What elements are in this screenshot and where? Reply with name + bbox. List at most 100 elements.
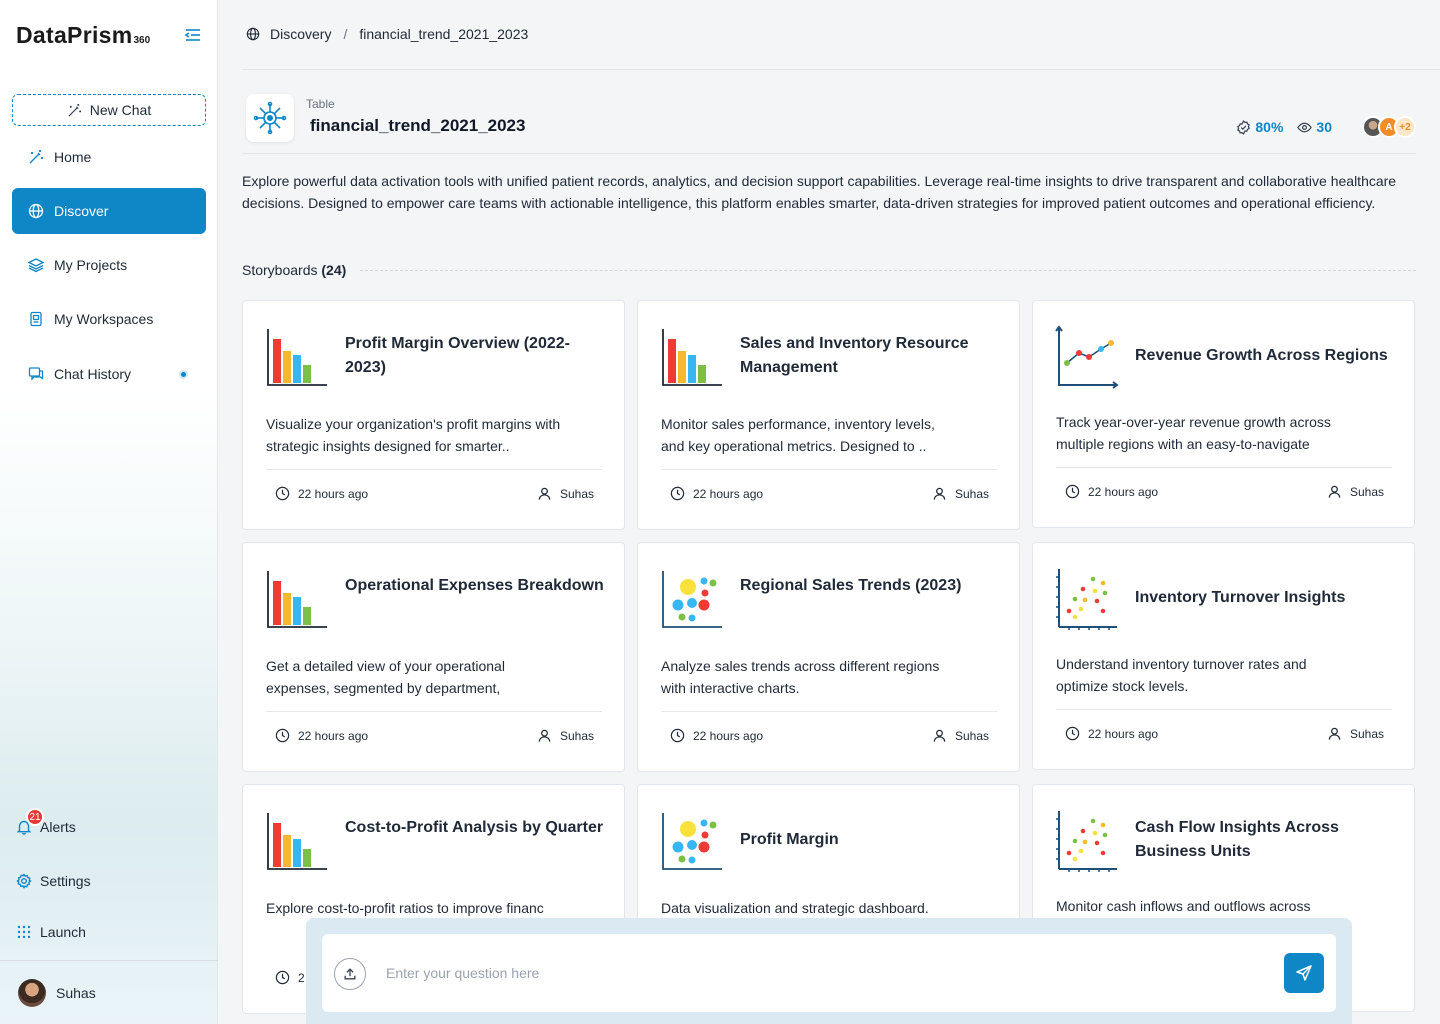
ask-question-box [322, 934, 1336, 1012]
card-author: Suhas [1327, 726, 1384, 741]
alerts-count-badge: 21 [26, 808, 44, 826]
sidebar-item-label: My Projects [54, 257, 128, 273]
card-title: Profit Margin Overview (2022-2023) [345, 335, 570, 376]
sidebar-item-chat-history[interactable]: Chat History [12, 351, 206, 397]
card-description: Data visualization and strategic dashboa… [661, 900, 929, 916]
sidebar-item-my-projects[interactable]: My Projects [12, 242, 206, 288]
clock-icon [275, 728, 290, 743]
bar-chart-icon [267, 329, 327, 386]
card-timestamp: 22 hours ago [1065, 484, 1158, 499]
unread-dot [179, 369, 188, 379]
clock-icon [670, 728, 685, 743]
breadcrumb-root[interactable]: Discovery [270, 26, 331, 42]
card-title: Inventory Turnover Insights [1135, 589, 1346, 606]
new-chat-button[interactable]: New Chat [12, 94, 206, 126]
card-timestamp: 22 hours ago [670, 486, 763, 501]
magic-wand-icon [29, 150, 43, 164]
card-title: Cost-to-Profit Analysis by Quarter [345, 819, 604, 836]
card-description: Understand inventory turnover rates and … [1056, 656, 1307, 694]
card-timestamp: 22 hours ago [670, 728, 763, 743]
card-description: Explore cost-to-profit ratios to improve… [266, 900, 544, 916]
more-collaborators-badge: +2 [1394, 116, 1416, 138]
table-description: Explore powerful data activation tools w… [242, 173, 1397, 211]
card-author: Suhas [932, 486, 989, 501]
globe-icon [28, 203, 44, 219]
time-text: 22 hours ago [298, 728, 369, 743]
divider [1056, 709, 1392, 710]
eye-icon [1297, 122, 1313, 132]
settings-button[interactable]: Settings [16, 873, 91, 889]
time-text: 2 [298, 970, 305, 985]
storyboards-heading: Storyboards (24) [242, 262, 1416, 278]
time-text: 22 hours ago [1088, 726, 1159, 741]
sidebar-item-discover[interactable]: Discover [12, 188, 206, 234]
user-icon [1328, 727, 1341, 740]
send-icon [1296, 965, 1312, 981]
verified-badge-icon [1237, 119, 1251, 135]
scatter-chart-icon [1056, 811, 1117, 872]
time-text: 22 hours ago [298, 486, 369, 501]
author-name: Suhas [559, 486, 594, 501]
bar-chart-icon [267, 571, 327, 628]
clock-icon [670, 486, 685, 501]
question-input[interactable] [386, 960, 1266, 986]
user-profile[interactable]: Suhas [0, 960, 218, 1024]
clock-icon [1065, 726, 1080, 741]
collaborator-avatars[interactable]: A +2 [1362, 116, 1416, 138]
send-button[interactable] [1284, 953, 1324, 993]
storyboard-card[interactable]: Revenue Growth Across Regions Track year… [1032, 300, 1415, 528]
divider [661, 711, 997, 712]
user-icon [538, 729, 551, 742]
author-name: Suhas [1349, 484, 1384, 499]
app-logo[interactable]: DataPrism 360 [16, 22, 150, 49]
breadcrumb-current: financial_trend_2021_2023 [359, 26, 529, 42]
storyboard-card[interactable]: Sales and Inventory Resource Management … [637, 300, 1020, 530]
breadcrumb: Discovery / financial_trend_2021_2023 [246, 26, 528, 42]
collapse-sidebar-icon[interactable] [184, 26, 202, 44]
settings-label: Settings [40, 873, 91, 889]
sidebar-item-label: My Workspaces [54, 311, 154, 327]
launch-button[interactable]: Launch [16, 924, 86, 940]
ask-question-panel [306, 918, 1352, 1024]
alerts-button[interactable]: 21 Alerts [16, 808, 76, 835]
card-author: Suhas [537, 728, 594, 743]
gear-icon [16, 873, 32, 889]
magic-wand-icon [68, 103, 81, 117]
logo-text: DataPrism [16, 22, 133, 48]
card-timestamp: 22 hours ago [275, 728, 368, 743]
card-title: Revenue Growth Across Regions [1135, 347, 1388, 364]
bar-chart-icon [267, 813, 327, 870]
clock-icon [275, 486, 290, 501]
storyboard-card[interactable]: Profit Margin Overview (2022-2023) Visua… [242, 300, 625, 530]
storyboard-card[interactable]: Regional Sales Trends (2023) Analyze sal… [637, 542, 1020, 772]
scatter-chart-icon [1056, 569, 1117, 630]
table-stats: 80% 30 A +2 [1236, 116, 1416, 138]
card-author: Suhas [1327, 484, 1384, 499]
layers-icon [28, 258, 44, 273]
sidebar-item-home[interactable]: Home [12, 134, 206, 180]
divider [266, 711, 602, 712]
card-description: Monitor sales performance, inventory lev… [661, 416, 935, 454]
author-name: Suhas [559, 728, 594, 743]
user-name: Suhas [56, 984, 96, 1001]
chat-icon [28, 367, 44, 381]
card-description: Analyze sales trends across different re… [661, 658, 940, 696]
user-icon [933, 487, 946, 500]
bubble-chart-icon [662, 813, 722, 870]
card-description: Visualize your organization's profit mar… [266, 416, 561, 454]
author-name: Suhas [954, 486, 989, 501]
storyboard-card[interactable]: Operational Expenses Breakdown Get a det… [242, 542, 625, 772]
storyboard-card[interactable]: Inventory Turnover Insights Understand i… [1032, 542, 1415, 770]
divider [360, 269, 1416, 271]
workspace-icon [30, 311, 42, 327]
time-text: 22 hours ago [1088, 484, 1159, 499]
sidebar-item-my-workspaces[interactable]: My Workspaces [12, 296, 206, 342]
divider [242, 69, 1440, 70]
table-header: Table financial_trend_2021_2023 80% 30 A… [242, 90, 1416, 154]
grid-dots-icon [17, 925, 31, 939]
time-text: 22 hours ago [693, 728, 764, 743]
time-text: 22 hours ago [693, 486, 764, 501]
user-icon [538, 487, 551, 500]
launch-label: Launch [40, 924, 86, 940]
upload-button[interactable] [334, 958, 366, 990]
